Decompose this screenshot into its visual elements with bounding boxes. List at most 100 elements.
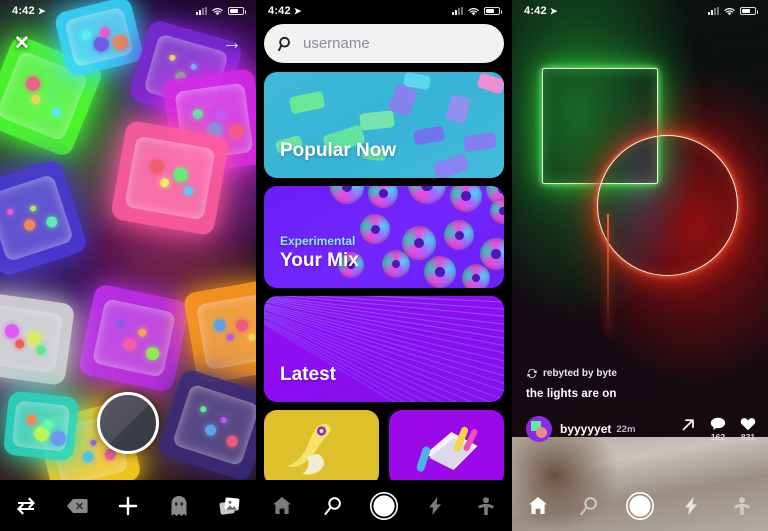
nav-ghost[interactable] xyxy=(160,487,198,525)
feed-user-row: byyyyyet 22m 162 831 xyxy=(526,414,756,444)
ghost-icon xyxy=(171,495,187,516)
vinyl-disc xyxy=(382,250,410,278)
neon-box-object xyxy=(49,430,67,447)
card-your-mix[interactable]: Experimental Your Mix xyxy=(264,186,504,288)
comment-button[interactable]: 162 xyxy=(710,417,726,442)
neon-stem-shape xyxy=(607,214,609,334)
vinyl-disc xyxy=(408,186,446,204)
neon-box-object xyxy=(192,108,204,120)
neon-box-object xyxy=(26,414,38,426)
neon-box-object xyxy=(50,105,63,118)
neon-box-object xyxy=(247,333,256,342)
card-latest[interactable]: Latest xyxy=(264,296,504,402)
neon-box xyxy=(0,291,76,387)
search-icon xyxy=(324,496,341,515)
feed-username[interactable]: byyyyyet xyxy=(560,422,611,436)
neon-box-object xyxy=(26,330,42,346)
battery-icon xyxy=(228,7,246,15)
neon-box-screen xyxy=(171,382,256,468)
signal-icon xyxy=(196,7,207,15)
neon-box-object xyxy=(172,167,189,184)
neon-circle-shape xyxy=(597,135,738,276)
neon-box-object xyxy=(42,418,54,430)
card-yellow[interactable] xyxy=(264,410,379,486)
nav-activity[interactable] xyxy=(416,487,454,525)
neon-box-screen xyxy=(91,298,177,378)
neon-box-object xyxy=(204,422,218,437)
vinyl-disc xyxy=(480,238,504,270)
avatar-circle-shape xyxy=(536,427,547,438)
arrow-right-icon[interactable]: → xyxy=(222,33,242,53)
card-purple[interactable] xyxy=(389,410,504,486)
signal-icon xyxy=(708,7,719,15)
phone-chip xyxy=(476,72,504,95)
neon-box-object xyxy=(158,177,170,188)
search-input[interactable]: username xyxy=(264,24,504,63)
phone-chip xyxy=(359,110,395,131)
rebyte-loop-icon xyxy=(527,368,537,379)
nav-capture[interactable] xyxy=(365,487,403,525)
neon-box xyxy=(0,158,89,278)
camera-panel: 4:42 ➤ ✕ → xyxy=(0,0,256,531)
nav-capture[interactable] xyxy=(621,487,659,525)
lightning-bolt-icon xyxy=(685,496,698,515)
nav-search[interactable] xyxy=(570,487,608,525)
nav-gallery[interactable] xyxy=(211,487,249,525)
neon-box-object xyxy=(30,93,42,106)
status-indicators xyxy=(452,7,502,16)
share-button[interactable] xyxy=(681,417,696,433)
explore-card-pair xyxy=(264,410,504,486)
phone-chip xyxy=(432,152,470,178)
neon-box-object xyxy=(226,332,235,341)
neon-box xyxy=(110,119,230,237)
nav-home[interactable] xyxy=(263,487,301,525)
record-circle-icon xyxy=(625,491,654,520)
neon-box xyxy=(77,283,191,393)
status-bar-middle: 4:42 ➤ xyxy=(256,0,512,22)
share-arrow-icon xyxy=(682,418,694,430)
explore-bottom-nav xyxy=(256,480,512,531)
close-icon[interactable]: ✕ xyxy=(14,34,30,53)
nav-erase[interactable] xyxy=(58,487,96,525)
nav-search[interactable] xyxy=(314,487,352,525)
vinyl-disc xyxy=(360,214,390,244)
search-placeholder: username xyxy=(303,35,370,52)
vinyl-disc xyxy=(424,256,456,288)
neon-box-screen xyxy=(0,304,63,374)
nav-profile[interactable] xyxy=(467,487,505,525)
neon-box-object xyxy=(234,319,249,333)
neon-box-screen xyxy=(12,400,70,452)
neon-box-object xyxy=(215,109,227,121)
nav-profile[interactable] xyxy=(723,487,761,525)
feed-actions: 162 831 xyxy=(681,417,756,442)
shutter-button[interactable] xyxy=(97,392,159,454)
camera-bottom-nav xyxy=(0,480,256,531)
like-count: 831 xyxy=(740,431,756,442)
papers-and-pens-icon xyxy=(416,426,478,472)
wifi-icon xyxy=(212,7,223,15)
rebyte-text: rebyted by byte xyxy=(543,368,617,379)
like-button[interactable]: 831 xyxy=(740,417,756,442)
nav-home[interactable] xyxy=(519,487,557,525)
nav-flip-camera[interactable] xyxy=(7,487,45,525)
home-icon xyxy=(528,497,547,514)
status-time-wrap: 4:42 ➤ xyxy=(524,5,558,17)
banana-character-icon xyxy=(287,423,331,475)
vinyl-disc xyxy=(490,198,504,224)
neon-box-object xyxy=(220,416,228,424)
nav-add[interactable] xyxy=(109,487,147,525)
status-indicators xyxy=(708,7,758,16)
nav-activity[interactable] xyxy=(672,487,710,525)
heart-icon xyxy=(740,417,756,430)
neon-box-object xyxy=(89,438,97,447)
status-bar-right: 4:42 ➤ xyxy=(512,0,768,22)
feed-bottom-nav xyxy=(512,480,768,531)
status-time: 4:42 xyxy=(268,5,291,17)
person-icon xyxy=(478,496,495,515)
card-popular-now[interactable]: Popular Now xyxy=(264,72,504,178)
neon-box-object xyxy=(199,405,207,413)
avatar[interactable] xyxy=(526,416,552,442)
backspace-icon xyxy=(66,498,88,513)
feed-caption: the lights are on xyxy=(526,388,617,400)
neon-box-object xyxy=(115,319,125,329)
